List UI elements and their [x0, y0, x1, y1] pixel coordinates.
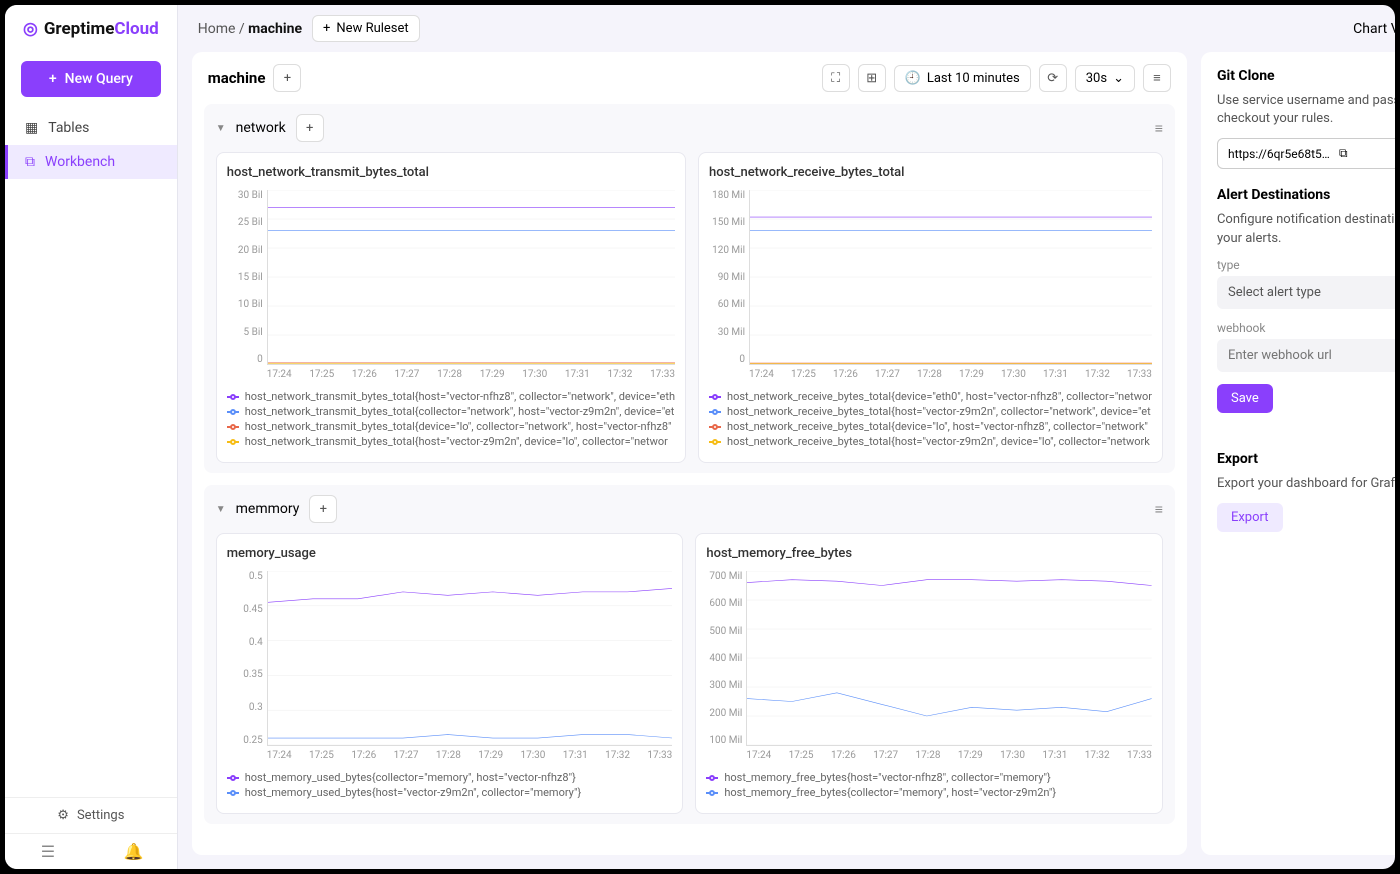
webhook-label: webhook [1217, 321, 1395, 335]
legend-item[interactable]: host_memory_free_bytes{host="vector-nfhz… [706, 771, 1152, 784]
interval-picker[interactable]: 30s ⌄ [1075, 65, 1135, 92]
time-range-picker[interactable]: 🕘 Last 10 minutes [894, 65, 1031, 92]
legend: host_network_transmit_bytes_total{host="… [227, 390, 675, 448]
menu-icon[interactable]: ☰ [5, 834, 91, 869]
add-panel-button[interactable]: + [309, 495, 337, 523]
group-title: network [236, 120, 286, 136]
panel-group: ▼ network + ≡ host_network_transmit_byte… [204, 104, 1175, 473]
legend-item[interactable]: host_memory_free_bytes{collector="memory… [706, 786, 1152, 799]
legend: host_memory_free_bytes{host="vector-nfhz… [706, 771, 1152, 799]
new-query-button[interactable]: + New Query [21, 61, 161, 97]
legend-item[interactable]: host_network_transmit_bytes_total{collec… [227, 405, 675, 418]
chart-panel: memory_usage 0.50.450.40.350.30.25 17:24… [216, 533, 684, 814]
y-axis: 30 Bil25 Bil20 Bil15 Bil10 Bil5 Bil0 [227, 190, 267, 365]
right-panel: Git Clone Use service username and passw… [1201, 52, 1395, 855]
legend-item[interactable]: host_network_transmit_bytes_total{device… [227, 420, 675, 433]
panel-title: host_memory_free_bytes [706, 546, 1152, 561]
git-clone-title: Git Clone [1217, 68, 1395, 84]
chart-panel: host_memory_free_bytes 700 Mil600 Mil500… [695, 533, 1163, 814]
logo-icon: ◎ [23, 19, 38, 39]
settings-button[interactable]: ⚙ Settings [5, 798, 177, 833]
legend-item[interactable]: host_network_transmit_bytes_total{host="… [227, 390, 675, 403]
workbench-icon: ⧉ [25, 154, 35, 170]
plot-area[interactable] [746, 571, 1152, 746]
alert-desc: Configure notification destinations for … [1217, 211, 1395, 247]
chart-panel: host_network_transmit_bytes_total 30 Bil… [216, 152, 686, 463]
plot-area[interactable] [749, 190, 1152, 365]
legend-item[interactable]: host_network_receive_bytes_total{host="v… [709, 435, 1152, 448]
chart-view-label: Chart View [1353, 21, 1395, 37]
alert-type-select[interactable]: Select alert type ⌄ [1217, 276, 1395, 309]
gear-icon: ⚙ [57, 808, 69, 823]
y-axis: 700 Mil600 Mil500 Mil400 Mil300 Mil200 M… [706, 571, 746, 746]
add-panel-button[interactable]: + [296, 114, 324, 142]
plus-icon: + [49, 71, 57, 87]
webhook-input[interactable] [1217, 339, 1395, 372]
menu-icon[interactable]: ≡ [1155, 120, 1163, 137]
panel-title: host_network_transmit_bytes_total [227, 165, 675, 180]
nav: ▦ Tables ⧉ Workbench [5, 111, 177, 797]
export-desc: Export your dashboard for Grafana. [1217, 475, 1395, 493]
plus-icon: + [323, 21, 330, 36]
copy-icon[interactable]: ⧉ [1339, 146, 1395, 161]
fullscreen-icon[interactable]: ⛶ [822, 64, 850, 92]
clock-icon: 🕘 [905, 71, 921, 86]
logo: ◎ GreptimeCloud [5, 5, 177, 53]
x-axis: 17:2417:2517:2617:2717:2817:2917:3017:31… [749, 369, 1152, 380]
chart-panel: host_network_receive_bytes_total 180 Mil… [698, 152, 1163, 463]
plot-area[interactable] [267, 571, 673, 746]
dashboard-title: machine [208, 69, 266, 87]
bell-icon[interactable]: 🔔 [91, 834, 177, 869]
menu-icon[interactable]: ≡ [1143, 64, 1171, 92]
tables-icon: ▦ [25, 120, 38, 136]
legend-item[interactable]: host_network_receive_bytes_total{device=… [709, 390, 1152, 403]
legend-item[interactable]: host_network_receive_bytes_total{device=… [709, 420, 1152, 433]
new-ruleset-button[interactable]: + New Ruleset [312, 15, 420, 42]
sidebar-item-workbench[interactable]: ⧉ Workbench [5, 145, 177, 179]
git-url-box[interactable]: https://6qr5e68t5wpn.us-west-2.aws.grept… [1217, 138, 1395, 169]
git-clone-desc: Use service username and password to che… [1217, 92, 1395, 128]
chevron-down-icon: ⌄ [1113, 71, 1124, 86]
export-button[interactable]: Export [1217, 503, 1283, 532]
add-panel-button[interactable]: + [273, 64, 301, 92]
dashboard: machine + ⛶ ⊞ 🕘 Last 10 minutes ⟳ 30s ⌄ … [192, 52, 1187, 855]
topbar: Home / machine + New Ruleset Chart View [178, 5, 1395, 52]
breadcrumb: Home / machine [198, 21, 302, 37]
x-axis: 17:2417:2517:2617:2717:2817:2917:3017:31… [267, 750, 673, 761]
menu-icon[interactable]: ≡ [1155, 501, 1163, 518]
legend-item[interactable]: host_memory_used_bytes{collector="memory… [227, 771, 673, 784]
legend-item[interactable]: host_memory_used_bytes{host="vector-z9m2… [227, 786, 673, 799]
x-axis: 17:2417:2517:2617:2717:2817:2917:3017:31… [267, 369, 675, 380]
y-axis: 0.50.450.40.350.30.25 [227, 571, 267, 746]
x-axis: 17:2417:2517:2617:2717:2817:2917:3017:31… [746, 750, 1152, 761]
export-title: Export [1217, 451, 1395, 467]
alert-title: Alert Destinations [1217, 187, 1395, 203]
plot-area[interactable] [267, 190, 675, 365]
refresh-icon[interactable]: ⟳ [1039, 64, 1067, 92]
legend-item[interactable]: host_network_receive_bytes_total{host="v… [709, 405, 1152, 418]
panel-title: memory_usage [227, 546, 673, 561]
sidebar: ◎ GreptimeCloud + New Query ▦ Tables ⧉ W… [5, 5, 178, 869]
save-button[interactable]: Save [1217, 384, 1273, 413]
collapse-icon[interactable]: ▼ [216, 123, 226, 134]
legend-item[interactable]: host_network_transmit_bytes_total{host="… [227, 435, 675, 448]
panel-group: ▼ memmory + ≡ memory_usage 0.50.450.40.3… [204, 485, 1175, 824]
grid-icon[interactable]: ⊞ [858, 64, 886, 92]
panel-title: host_network_receive_bytes_total [709, 165, 1152, 180]
legend: host_network_receive_bytes_total{device=… [709, 390, 1152, 448]
breadcrumb-home[interactable]: Home [198, 21, 236, 37]
collapse-icon[interactable]: ▼ [216, 504, 226, 515]
group-title: memmory [236, 501, 300, 517]
legend: host_memory_used_bytes{collector="memory… [227, 771, 673, 799]
breadcrumb-current: machine [248, 21, 302, 37]
y-axis: 180 Mil150 Mil120 Mil90 Mil60 Mil30 Mil0 [709, 190, 749, 365]
sidebar-item-tables[interactable]: ▦ Tables [5, 111, 177, 145]
type-label: type [1217, 258, 1395, 272]
